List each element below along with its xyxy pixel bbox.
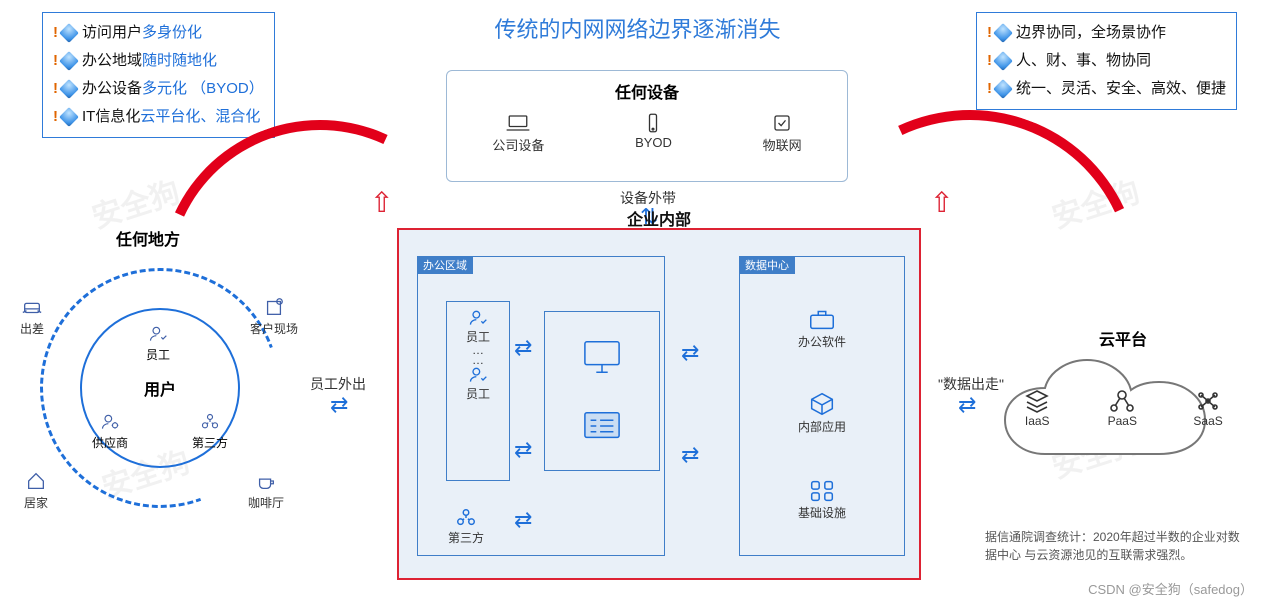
coffee-icon [254,470,278,492]
credit-text: CSDN @安全狗（safedog） [1088,579,1253,598]
diamond-icon [59,23,79,43]
cloud-platform: 云平台 IaaS PaaS SaaS [995,326,1251,474]
arrow-horizontal [514,335,532,361]
person-check-icon [467,308,489,328]
cube-icon [807,390,837,418]
device-item-company: 公司设备 [492,111,544,154]
group-icon [199,412,221,432]
cloud-title: 云平台 [995,326,1251,350]
data-center-box: 数据中心 办公软件 内部应用 基础设施 [739,256,905,556]
cloud-item-saas: SaaS [1193,388,1222,428]
terminals-box [544,311,660,471]
office-area-tag: 办公区域 [417,256,473,274]
employee-stack: 员工 …… 员工 [446,301,510,481]
layers-icon [1023,388,1051,414]
right-bullets: !边界协同，全场景协作 !人、财、事、物协同 !统一、灵活、安全、高效、便捷 [976,12,1237,110]
dc-item-internal-app: 内部应用 [798,390,846,435]
data-center-tag: 数据中心 [739,256,795,274]
up-arrow-icon: ⇧ [930,186,953,219]
diamond-icon [59,51,79,71]
arrow-horizontal [514,437,532,463]
person-check-icon [467,365,489,385]
device-item-iot: 物联网 [763,111,802,154]
laptop-icon [504,111,532,135]
inner-third-party: 第三方 [192,412,228,451]
arrow-horizontal [681,442,699,468]
home-icon [24,470,48,492]
around-client: 客户现场 [250,296,298,337]
train-icon [20,296,44,318]
anywhere-circle: 用户 出差 客户现场 居家 咖啡厅 员工 供应商 第三方 [20,248,300,528]
apps-icon [807,476,837,504]
device-item-byod: BYOD [635,111,672,154]
office-area-box: 办公区域 员工 …… 员工 第三方 [417,256,665,556]
employee-item: 员工 [447,365,509,402]
around-travel: 出差 [20,296,44,337]
client-site-icon [262,296,286,318]
anywhere-title: 任何地方 [116,226,180,250]
ellipsis: …… [447,345,509,365]
dc-item-infra: 基础设施 [798,476,846,521]
bullet-row: !人、财、事、物协同 [987,47,1226,75]
network-icon [1108,388,1136,414]
diamond-icon [59,107,79,127]
person-gear-icon [99,412,121,432]
bullet-row: !边界协同，全场景协作 [987,19,1226,47]
cloud-item-paas: PaaS [1108,388,1137,428]
bullet-row: !IT信息化云平台化、混合化 [53,103,264,131]
enterprise-header: 企业内部 [399,206,919,230]
third-party-item: 第三方 [448,507,484,546]
bullet-row: !办公设备多元化 （BYOD） [53,75,264,103]
arrow-horizontal [958,392,976,418]
employee-item: 员工 [447,308,509,345]
any-device-header: 任何设备 [447,79,847,103]
bullet-row: !统一、灵活、安全、高效、便捷 [987,75,1226,103]
dc-item-office-software: 办公软件 [798,305,846,350]
up-arrow-icon: ⇧ [370,186,393,219]
any-device-box: 任何设备 公司设备 BYOD 物联网 [446,70,848,182]
enterprise-box: 企业内部 办公区域 员工 …… 员工 第三方 数据中心 办公软件 内部应用 基础… [397,228,921,580]
footnote-text: 据信通院调查统计：2020年超过半数的企业对数据中心 与云资源池见的互联需求强烈… [985,528,1245,564]
arrow-horizontal [681,340,699,366]
bullet-row: !办公地域随时随地化 [53,47,264,75]
around-home: 居家 [24,470,48,511]
group-icon [454,507,478,529]
cloud-item-iaas: IaaS [1023,388,1051,428]
arrow-horizontal [330,392,348,418]
around-cafe: 咖啡厅 [248,470,284,511]
user-center-label: 用户 [144,376,176,400]
list-monitor-icon [579,407,625,445]
inner-employee: 员工 [146,324,170,363]
left-bullets: !访问用户多身份化 !办公地域随时随地化 !办公设备多元化 （BYOD） !IT… [42,12,275,138]
arrow-horizontal [514,507,532,533]
label-employee-out: 员工外出 [310,374,366,394]
person-check-icon [147,324,169,344]
iot-icon [768,111,796,135]
diamond-icon [993,79,1013,99]
inner-supplier: 供应商 [92,412,128,451]
diamond-icon [993,23,1013,43]
monitor-icon [579,338,625,376]
briefcase-icon [807,305,837,333]
bullet-row: !访问用户多身份化 [53,19,264,47]
mesh-icon [1194,388,1222,414]
diamond-icon [993,51,1013,71]
diamond-icon [59,79,79,99]
phone-icon [639,111,667,135]
